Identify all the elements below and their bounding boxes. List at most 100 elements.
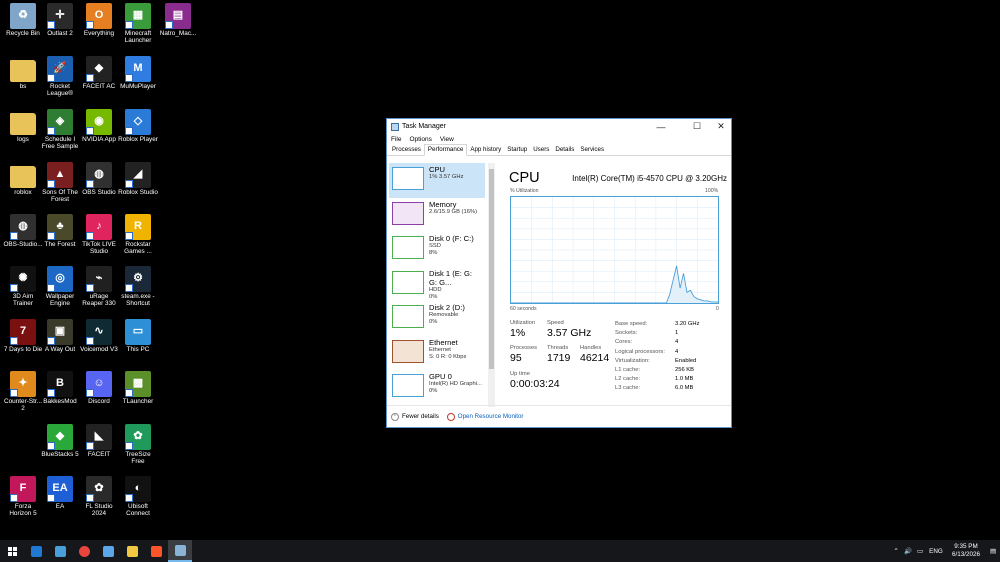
show-hidden-icons-chevron-icon[interactable]: ⌃ [890, 548, 902, 555]
desktop-icon[interactable]: ▲ Sons Of The Forest [40, 162, 80, 204]
desktop-icon[interactable]: ◎ Wallpaper Engine [40, 266, 80, 308]
resource-list-scrollbar[interactable] [488, 163, 495, 407]
tab-performance[interactable]: Performance [423, 144, 468, 156]
fewer-details-button[interactable]: ⌃ Fewer details [391, 412, 439, 421]
tab-details[interactable]: Details [552, 145, 577, 155]
desktop-icon[interactable]: ✦ Counter-Str... 2 [3, 371, 43, 413]
open-resource-monitor-link[interactable]: Open Resource Monitor [446, 412, 524, 421]
desktop-icon-label: Rocket League® [46, 83, 74, 98]
utilization-stat: Utilization 1% [510, 320, 535, 339]
desktop-icon-label: Voicemod V3 [80, 346, 118, 353]
desktop-icon[interactable]: EA EA [40, 476, 80, 510]
desktop-icon[interactable]: logs [3, 109, 43, 143]
resource-text: Disk 1 (E: G: G: G... HDD 0% [429, 269, 482, 301]
desktop-icon[interactable]: ✿ FL Studio 2024 [79, 476, 119, 518]
volume-icon[interactable]: 🔊 [902, 547, 914, 555]
rockstar-icon: R [125, 214, 151, 240]
resource-item[interactable]: Memory 2.6/15.9 GB (16%) [389, 198, 485, 233]
maximize-icon[interactable]: ☐ [685, 119, 709, 134]
resource-item[interactable]: Disk 0 (F: C:) SSD 8% [389, 232, 485, 267]
calendar-app-icon[interactable] [48, 540, 72, 562]
threads-value: 1719 [547, 352, 571, 364]
shortcut-arrow-icon [47, 74, 55, 82]
task-manager-window[interactable]: Task Manager — ☐ ✕ File Options View Proce… [386, 118, 732, 428]
notifications-icon[interactable]: ▤ [986, 548, 1000, 555]
task-manager-icon[interactable] [168, 540, 192, 562]
desktop-icon[interactable]: bs [3, 56, 43, 90]
menu-options[interactable]: Options [409, 136, 431, 143]
desktop-icon[interactable]: ◇ Roblox Player [118, 109, 158, 143]
taskbar-glyph [102, 545, 114, 557]
desktop-icon[interactable]: O Everything [79, 3, 119, 37]
folder-icon [10, 166, 36, 188]
windows-start-icon[interactable] [0, 540, 24, 562]
desktop-icon[interactable]: ♪ TikTok LIVE Studio [79, 214, 119, 256]
title-bar[interactable]: Task Manager [387, 119, 731, 134]
desktop-icon[interactable]: ◢ Roblox Studio [118, 162, 158, 196]
window-title: Task Manager [402, 123, 446, 130]
desktop-icon[interactable]: ▦ Minecraft Launcher [118, 3, 158, 45]
desktop-icon-label: Counter-Str... 2 [3, 398, 42, 413]
desktop-icon[interactable]: ⚙ steam.exe - Shortcut [118, 266, 158, 308]
close-icon[interactable]: ✕ [709, 119, 733, 134]
desktop-icon[interactable]: ◐ Ubisoft Connect [118, 476, 158, 518]
desktop-icon-label: Forza Horizon 5 [9, 503, 37, 518]
outlook-icon[interactable] [24, 540, 48, 562]
desktop-icon[interactable]: ✺ 3D Aim Trainer [3, 266, 43, 308]
language-indicator[interactable]: ENG [926, 548, 946, 555]
desktop-icon-label: bs [19, 83, 27, 90]
resource-item[interactable]: Disk 1 (E: G: G: G... HDD 0% [389, 267, 485, 302]
menu-view[interactable]: View [440, 136, 454, 143]
menu-bar: File Options View [387, 134, 731, 144]
desktop-icon[interactable]: ◍ OBS Studio [79, 162, 119, 196]
desktop-icon[interactable]: M MuMuPlayer [118, 56, 158, 90]
desktop-icon[interactable]: ∿ Voicemod V3 [79, 319, 119, 353]
desktop-icon[interactable]: ▩ TLauncher [118, 371, 158, 405]
tab-app-history[interactable]: App history [467, 145, 504, 155]
desktop-icon[interactable]: R Rockstar Games ... [118, 214, 158, 256]
desktop-icon[interactable]: ◍ OBS-Studio... [3, 214, 43, 248]
resource-text: CPU 1% 3.57 GHz [429, 165, 463, 181]
chrome-icon[interactable] [72, 540, 96, 562]
spec-value: 4 [675, 348, 679, 355]
resource-item[interactable]: GPU 0 Intel(R) HD Graphi... 0% [389, 370, 485, 405]
clock[interactable]: 9:35 PM 6/13/2026 [946, 543, 986, 559]
desktop-icon[interactable]: 🚀 Rocket League® [40, 56, 80, 98]
desktop-icon[interactable]: B BakkesMod [40, 371, 80, 405]
desktop-icon[interactable]: ♣ The Forest [40, 214, 80, 248]
resource-item[interactable]: Ethernet Ethernet S: 0 R: 0 Kbps [389, 336, 485, 371]
tab-services[interactable]: Services [577, 145, 607, 155]
desktop-icon[interactable]: ▭ This PC [118, 319, 158, 353]
desktop-icon[interactable]: ◉ NVIDIA App [79, 109, 119, 143]
minimize-icon[interactable]: — [649, 119, 673, 134]
everything-search-icon: O [86, 3, 112, 29]
desktop-icon[interactable]: 77 Days to Die [3, 319, 43, 353]
desktop-icon[interactable]: ✛ Outlast 2 [40, 3, 80, 37]
graph-time-right: 0 [716, 306, 719, 312]
resource-mini-graph [392, 270, 424, 294]
network-icon[interactable]: ▭ [914, 548, 926, 555]
file-explorer-icon[interactable] [120, 540, 144, 562]
desktop-icon[interactable]: ✿ TreeSize Free [118, 424, 158, 466]
desktop-icon[interactable]: roblox [3, 162, 43, 196]
tab-users[interactable]: Users [530, 145, 552, 155]
brave-icon[interactable] [144, 540, 168, 562]
resource-mini-graph [392, 374, 424, 397]
desktop-icon[interactable]: ◣ FACEIT [79, 424, 119, 458]
desktop-icon[interactable]: ◆ BlueStacks 5 [40, 424, 80, 458]
desktop-icon[interactable]: ♻ Recycle Bin [3, 3, 43, 37]
desktop-icon[interactable]: ⌁ uRage Reaper 330 [79, 266, 119, 308]
menu-file[interactable]: File [391, 136, 401, 143]
desktop-icon[interactable]: F Forza Horizon 5 [3, 476, 43, 518]
desktop-icon[interactable]: ☺ Discord [79, 371, 119, 405]
tab-processes[interactable]: Processes [389, 145, 424, 155]
files-app-icon[interactable] [96, 540, 120, 562]
desktop-icon[interactable]: ◆ FACEIT AC [79, 56, 119, 90]
tab-startup[interactable]: Startup [504, 145, 530, 155]
scrollbar-thumb[interactable] [489, 169, 494, 369]
resource-item[interactable]: CPU 1% 3.57 GHz [389, 163, 485, 198]
desktop-icon[interactable]: ▣ A Way Out [40, 319, 80, 353]
resource-item[interactable]: Disk 2 (D:) Removable 0% [389, 301, 485, 336]
desktop-icon[interactable]: ◈ Schedule I Free Sample [40, 109, 80, 151]
desktop-icon[interactable]: ▤ Natro_Mac... [158, 3, 198, 37]
